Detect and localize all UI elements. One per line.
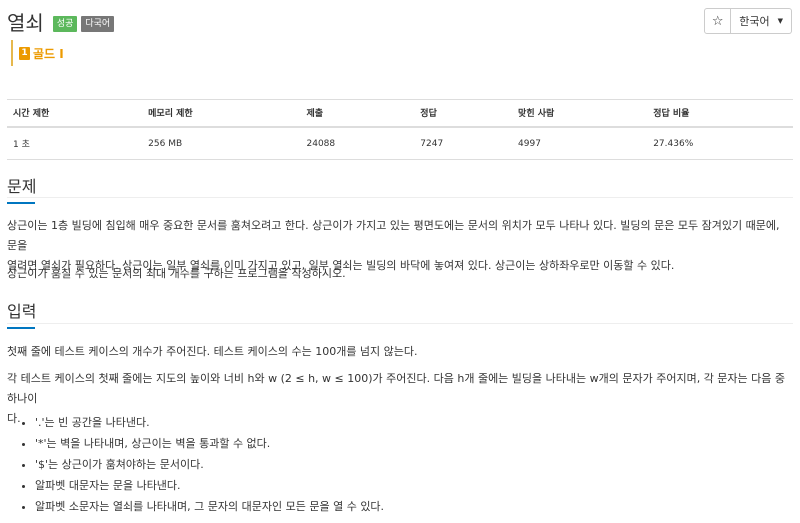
list-item: '$'는 상근이가 훔쳐야하는 문서이다. [35, 454, 384, 475]
stats-submissions: 24088 [300, 127, 415, 160]
section-underline [7, 202, 35, 204]
input-text: 첫째 줄에 테스트 케이스의 개수가 주어진다. 테스트 케이스의 수는 100… [7, 345, 418, 358]
list-item: '*'는 벽을 나타내며, 상근이는 벽을 통과할 수 없다. [35, 433, 384, 454]
language-dropdown[interactable]: 한국어 ▼ [731, 8, 792, 34]
problem-header: 열쇠 성공 다국어 [7, 9, 115, 37]
list-item: 알파벳 대문자는 문을 나타낸다. [35, 475, 384, 496]
input-text-line: 각 테스트 케이스의 첫째 줄에는 지도의 높이와 너비 h와 w (2 ≤ h… [7, 372, 786, 405]
star-icon: ☆ [711, 13, 724, 29]
language-label: 한국어 [739, 15, 770, 28]
problem-text-line: 상근이는 1층 빌딩에 침입해 매우 중요한 문서를 훔쳐오려고 한다. 상근이… [7, 219, 780, 252]
stats-header-memory-limit: 메모리 제한 [142, 99, 301, 128]
section-divider [7, 323, 793, 324]
stats-header-submissions: 제출 [300, 99, 415, 128]
tier-label: 골드 I [33, 46, 64, 61]
stats-header-ratio: 정답 비율 [647, 99, 793, 128]
problem-section-heading: 문제 [7, 173, 36, 204]
stats-value-row: 1 초 256 MB 24088 7247 4997 27.436% [7, 127, 793, 160]
input-section-title: 입력 [7, 302, 37, 321]
stats-time-limit: 1 초 [7, 127, 143, 160]
problem-goal: 상근이가 훔칠 수 있는 문서의 최대 개수를 구하는 프로그램을 작성하시오. [7, 267, 346, 280]
stats-header-accepted: 정답 [414, 99, 513, 128]
problem-stats-table: 시간 제한 메모리 제한 제출 정답 맞힌 사람 정답 비율 1 초 256 M… [7, 99, 793, 160]
multilang-badge[interactable]: 다국어 [81, 16, 115, 32]
list-item: '.'는 빈 공간을 나타낸다. [35, 412, 384, 433]
list-item: 알파벳 소문자는 열쇠를 나타내며, 그 문자의 대문자인 모든 문을 열 수 … [35, 496, 384, 517]
stats-header-solvers: 맞힌 사람 [512, 99, 648, 128]
problem-title: 열쇠 [7, 11, 44, 35]
problem-section-title: 문제 [7, 177, 37, 196]
stats-header-time-limit: 시간 제한 [7, 99, 143, 128]
success-badge: 성공 [52, 16, 78, 32]
stats-solvers: 4997 [512, 127, 648, 160]
map-legend-list: '.'는 빈 공간을 나타낸다. '*'는 벽을 나타내며, 상근이는 벽을 통… [7, 412, 384, 517]
section-divider [7, 197, 793, 198]
chevron-down-icon: ▼ [777, 17, 783, 25]
stats-memory-limit: 256 MB [142, 127, 301, 160]
section-underline [7, 327, 35, 329]
input-section-heading: 입력 [7, 298, 36, 329]
stats-ratio: 27.436% [647, 127, 793, 160]
gold-tier-icon: 1 [19, 46, 30, 60]
favorite-button[interactable]: ☆ [704, 8, 732, 34]
header-toolbar: ☆ 한국어 ▼ [704, 8, 792, 34]
stats-accepted: 7247 [414, 127, 513, 160]
stats-header-row: 시간 제한 메모리 제한 제출 정답 맞힌 사람 정답 비율 [7, 99, 793, 128]
tier-indicator: 1 골드 I [11, 40, 64, 66]
